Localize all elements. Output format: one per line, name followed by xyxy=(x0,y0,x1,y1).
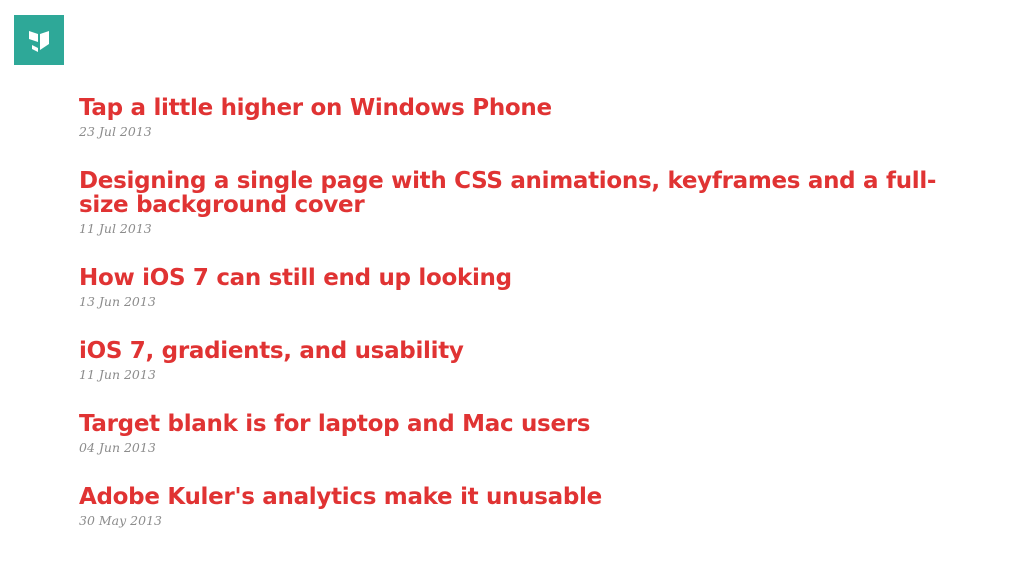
post-item: How iOS 7 can still end up looking 13 Ju… xyxy=(79,266,959,310)
post-list: Tap a little higher on Windows Phone 23 … xyxy=(79,96,959,558)
post-item: Tap a little higher on Windows Phone 23 … xyxy=(79,96,959,140)
post-item: Target blank is for laptop and Mac users… xyxy=(79,412,959,456)
post-title-link[interactable]: Target blank is for laptop and Mac users xyxy=(79,412,959,436)
site-logo-link[interactable] xyxy=(14,15,64,65)
post-title-link[interactable]: How iOS 7 can still end up looking xyxy=(79,266,959,290)
post-date: 13 Jun 2013 xyxy=(79,294,156,309)
post-date: 11 Jun 2013 xyxy=(79,367,156,382)
post-title-link[interactable]: Tap a little higher on Windows Phone xyxy=(79,96,959,120)
post-title-link[interactable]: iOS 7, gradients, and usability xyxy=(79,339,959,363)
post-item: Designing a single page with CSS animati… xyxy=(79,169,959,237)
post-date: 11 Jul 2013 xyxy=(79,221,152,236)
post-title-link[interactable]: Designing a single page with CSS animati… xyxy=(79,169,959,217)
post-item: iOS 7, gradients, and usability 11 Jun 2… xyxy=(79,339,959,383)
post-date: 04 Jun 2013 xyxy=(79,440,156,455)
page: Tap a little higher on Windows Phone 23 … xyxy=(0,0,1020,574)
post-date: 30 May 2013 xyxy=(79,513,162,528)
site-logo-icon xyxy=(14,15,64,65)
post-date: 23 Jul 2013 xyxy=(79,124,152,139)
post-item: Adobe Kuler's analytics make it unusable… xyxy=(79,485,959,529)
post-title-link[interactable]: Adobe Kuler's analytics make it unusable xyxy=(79,485,959,509)
